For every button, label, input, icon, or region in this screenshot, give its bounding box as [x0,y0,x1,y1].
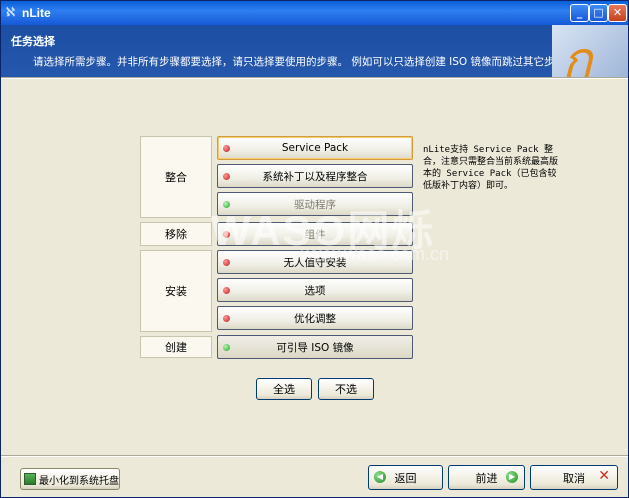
task-label: 可引导 ISO 镜像 [276,341,354,354]
category-setup: 安装 [140,250,212,332]
status-dot-icon [223,145,230,152]
select-all-label: 全选 [273,383,295,396]
cancel-label: 取消 [563,471,585,485]
watermark-url: www.waso.com.cn [301,244,450,264]
status-dot-icon [223,315,230,322]
task-hotfixes[interactable]: 系统补丁以及程序整合 [217,164,413,188]
nlite-logo-icon: ก [562,31,593,89]
arrow-right-icon: ▶ [506,471,518,483]
cancel-x-icon: ✕ [598,468,610,484]
title-bar[interactable]: ℵ nLite _ □ ✕ [1,1,628,25]
task-tweaks[interactable]: 优化调整 [217,306,413,330]
footer-divider [1,455,628,457]
task-service-pack[interactable]: Service Pack [217,136,413,160]
maximize-button[interactable]: □ [589,4,608,22]
page-title: 任务选择 [11,35,55,48]
nlite-icon: ℵ [6,5,15,19]
select-none-label: 不选 [335,383,357,396]
category-setup-label: 安装 [165,285,187,298]
status-dot-icon [223,173,230,180]
minimize-button[interactable]: _ [570,4,589,22]
header-divider [1,77,628,79]
tray-icon [24,473,36,485]
category-create: 创建 [140,336,212,358]
back-button[interactable]: ◀ 返回 [368,465,443,490]
status-dot-icon [223,287,230,294]
nlite-window: ℵ nLite _ □ ✕ 任务选择 请选择所需步骤。并非所有步骤都要选择，请只… [0,0,629,498]
back-label: 返回 [394,471,417,485]
status-dot-icon [223,259,230,266]
task-label: Service Pack [281,142,349,154]
category-integrate-label: 整合 [165,171,187,184]
task-bootable-iso[interactable]: 可引导 ISO 镜像 [217,335,413,359]
page-header: 任务选择 请选择所需步骤。并非所有步骤都要选择，请只选择要使用的步骤。 例如可以… [1,25,628,89]
task-options[interactable]: 选项 [217,278,413,302]
category-remove-label: 移除 [165,228,187,241]
task-label: 优化调整 [294,312,336,325]
close-button[interactable]: ✕ [608,4,627,22]
next-button[interactable]: 前进 ▶ [448,465,525,490]
category-create-label: 创建 [165,341,187,354]
task-label: 系统补丁以及程序整合 [262,170,368,183]
category-integrate: 整合 [140,136,212,218]
minimize-tray-label: 最小化到系统托盘 [39,475,119,487]
page-subtitle: 请选择所需步骤。并非所有步骤都要选择，请只选择要使用的步骤。 例如可以只选择创建… [33,56,576,68]
task-label: 选项 [304,284,326,297]
select-all-button[interactable]: 全选 [256,378,312,400]
select-none-button[interactable]: 不选 [318,378,374,400]
minimize-tray-button[interactable]: 最小化到系统托盘 [20,468,120,490]
nlite-logo: ก [552,25,628,89]
category-remove: 移除 [140,222,212,246]
cancel-button[interactable]: 取消 ✕ [530,465,618,490]
task-description: nLite支持 Service Pack 整合，注意只需整合当前系统最高版本的 … [423,145,559,191]
next-label: 前进 [475,471,498,485]
status-dot-icon [223,344,230,351]
window-title: nLite [22,6,51,20]
arrow-left-icon: ◀ [374,471,386,483]
